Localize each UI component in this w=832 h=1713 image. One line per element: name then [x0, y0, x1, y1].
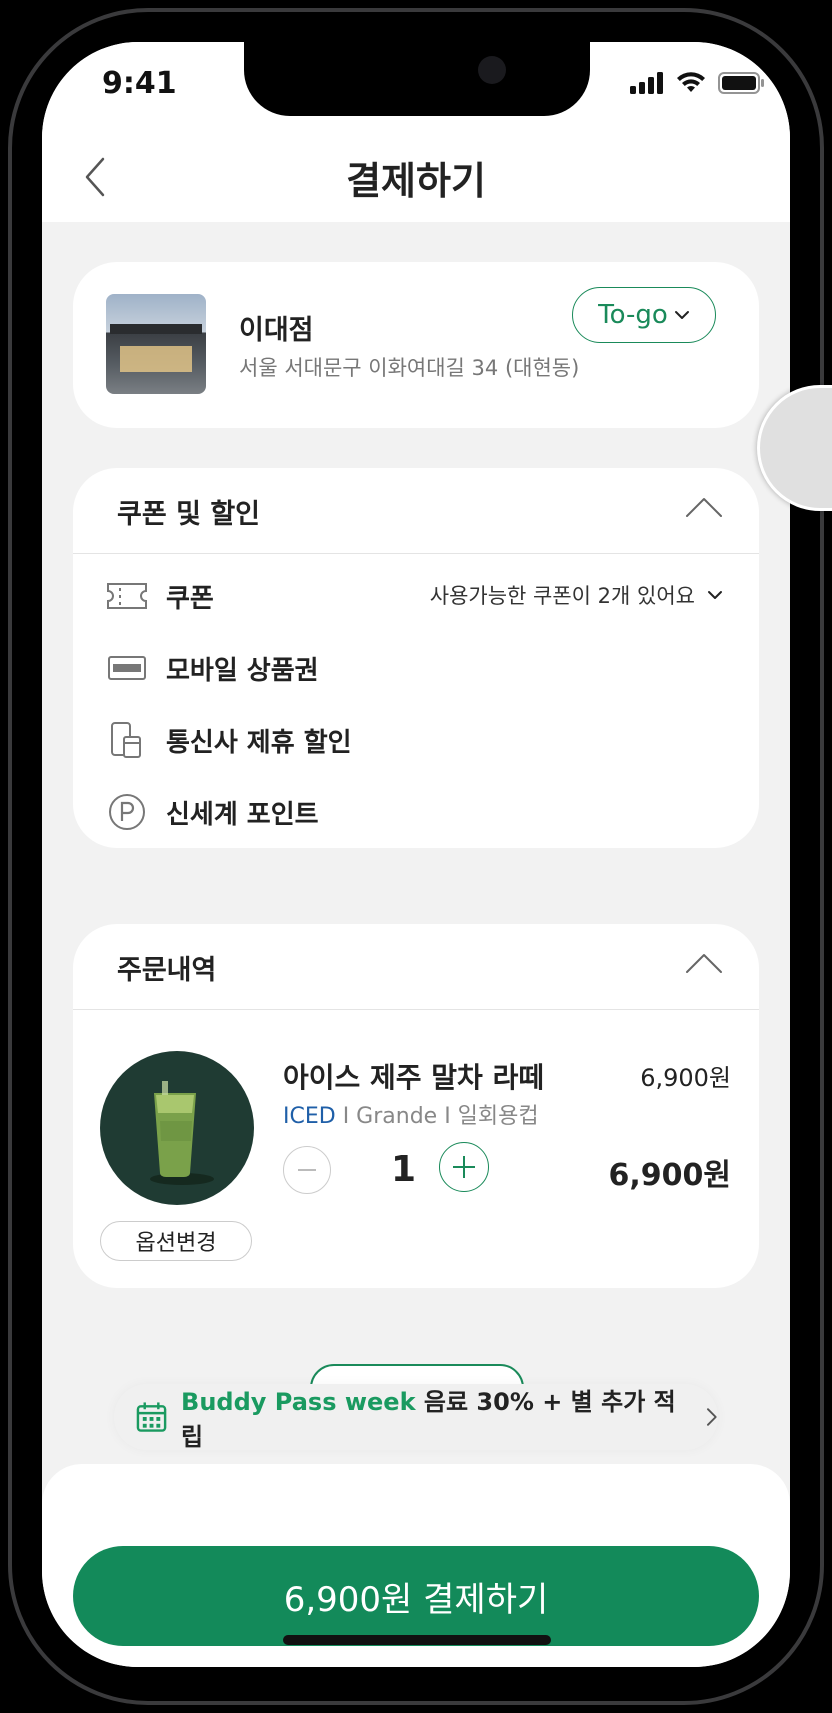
discount-label-points: 신세계 포인트	[166, 799, 319, 830]
discount-label-telecom: 통신사 제휴 할인	[166, 727, 352, 758]
quantity-decrease-button[interactable]	[283, 1146, 331, 1194]
wifi-icon	[677, 72, 705, 92]
quantity-value: 1	[391, 1149, 417, 1190]
store-name: 이대점	[239, 315, 314, 346]
camera	[478, 56, 506, 84]
discount-row-gift-card[interactable]: 모바일 상품권	[106, 648, 319, 688]
status-icons	[630, 72, 764, 94]
chevron-down-icon	[674, 311, 689, 319]
quantity-increase-button[interactable]	[439, 1142, 489, 1192]
buddy-pass-banner[interactable]: Buddy Pass week 음료 30% + 별 추가 적립	[114, 1382, 718, 1452]
drink-option-rest: I Grande I 일회용컵	[335, 1104, 539, 1129]
drink-options: ICED I Grande I 일회용컵	[283, 1098, 539, 1130]
phone-frame: 9:41 결제하기 이대점 서울 서대문구 이화여대길 34 (대현동) To-…	[0, 0, 832, 1713]
discount-title: 쿠폰 및 할인	[117, 499, 260, 530]
point-p-icon	[109, 794, 145, 830]
pay-button[interactable]: 6,900원 결제하기	[73, 1546, 759, 1646]
order-title: 주문내역	[117, 955, 217, 986]
discount-label-coupon: 쿠폰	[166, 583, 214, 614]
chevron-up-icon[interactable]	[685, 496, 723, 518]
ticket-icon	[107, 583, 147, 609]
battery-icon	[718, 72, 764, 94]
notch	[244, 42, 590, 116]
chevron-right-icon	[707, 1408, 718, 1426]
drink-name: 아이스 제주 말차 라떼	[283, 1061, 545, 1094]
discount-row-points[interactable]: 신세계 포인트	[106, 792, 319, 832]
discount-row-telecom[interactable]: 통신사 제휴 할인	[106, 720, 352, 760]
discount-card: 쿠폰 및 할인 쿠폰 사용가능한 쿠폰이 2개 있어요 모바일 상품권 통신사 …	[73, 468, 759, 848]
order-type-label: To-go	[598, 300, 668, 330]
signal-icon	[630, 72, 663, 94]
change-options-button[interactable]: 옵션변경	[100, 1221, 252, 1261]
coupon-available-dropdown[interactable]: 사용가능한 쿠폰이 2개 있어요	[430, 580, 723, 610]
gift-card-icon	[108, 656, 146, 680]
drink-option-temp: ICED	[283, 1104, 336, 1129]
top-bar: 9:41 결제하기	[42, 42, 790, 222]
discount-label-gift-card: 모바일 상품권	[166, 655, 319, 686]
minus-icon	[298, 1169, 316, 1171]
drink-unit-price: 6,900원	[640, 1064, 731, 1092]
discount-header[interactable]: 쿠폰 및 할인	[73, 468, 759, 554]
buddy-pass-text: Buddy Pass week 음료 30% + 별 추가 적립	[181, 1382, 682, 1452]
chevron-up-icon[interactable]	[685, 952, 723, 974]
coupon-available-text: 사용가능한 쿠폰이 2개 있어요	[429, 584, 695, 608]
store-address: 서울 서대문구 이화여대길 34 (대현동)	[239, 356, 580, 380]
buddy-pass-highlight: Buddy Pass week	[181, 1388, 416, 1416]
status-time: 9:41	[102, 66, 177, 101]
store-thumbnail	[106, 294, 206, 394]
store-card: 이대점 서울 서대문구 이화여대길 34 (대현동) To-go	[73, 262, 759, 428]
phone-cup-icon	[111, 722, 141, 758]
order-header[interactable]: 주문내역	[73, 924, 759, 1010]
order-card: 주문내역 옵션변경 아이스 제주 말차 라떼 6,900원 ICED I Gra…	[73, 924, 759, 1288]
screen: 9:41 결제하기 이대점 서울 서대문구 이화여대길 34 (대현동) To-…	[42, 42, 790, 1667]
chevron-down-icon	[708, 591, 722, 599]
home-indicator[interactable]	[283, 1635, 551, 1645]
order-type-dropdown[interactable]: To-go	[572, 287, 716, 343]
plus-icon	[453, 1156, 475, 1178]
line-total: 6,900원	[608, 1158, 732, 1193]
discount-row-coupon[interactable]: 쿠폰	[106, 576, 214, 616]
drink-image	[100, 1051, 254, 1205]
page-title: 결제하기	[346, 159, 486, 203]
calendar-icon	[136, 1402, 167, 1432]
